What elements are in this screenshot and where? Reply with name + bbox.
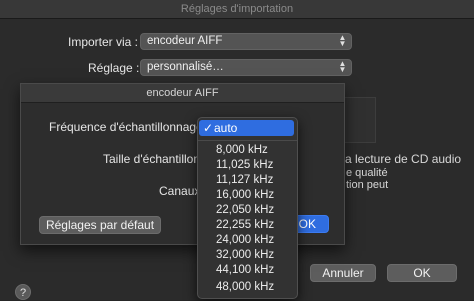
behind-text-line1: a lecture de CD audio — [345, 152, 462, 166]
menu-item[interactable]: 11,025 kHz — [216, 159, 273, 171]
sample-rate-menu: ✓ auto 8,000 kHz 11,025 kHz 11,127 kHz 1… — [197, 117, 298, 299]
cancel-button[interactable]: Annuler — [310, 264, 376, 282]
chevron-updown-icon: ▲ ▼ — [338, 59, 347, 74]
ok-button[interactable]: OK — [387, 264, 457, 282]
behind-text-line3: tion peut — [346, 179, 389, 191]
menu-item[interactable]: 16,000 kHz — [216, 189, 274, 201]
window-title: Réglages d'importation — [0, 0, 474, 19]
menu-item-auto[interactable]: ✓ auto — [199, 120, 294, 136]
sample-size-label: Taille d'échantillon — [103, 152, 201, 166]
checkmark-icon: ✓ — [203, 121, 214, 135]
menu-item[interactable]: 11,127 kHz — [216, 174, 273, 186]
menu-item[interactable]: 48,000 kHz — [216, 281, 274, 293]
sheet-title: encodeur AIFF — [21, 84, 344, 103]
setting-label: Réglage : — [88, 61, 140, 75]
menu-item[interactable]: 22,050 kHz — [216, 204, 274, 216]
setting-popup[interactable]: personnalisé… ▲ ▼ — [140, 59, 352, 76]
menu-item[interactable]: 22,255 kHz — [216, 219, 274, 231]
channels-label: Canaux — [159, 184, 201, 198]
import-via-value: encodeur AIFF — [147, 35, 223, 47]
sample-rate-label: Fréquence d'échantillonnage : — [49, 120, 210, 134]
help-icon[interactable]: ? — [15, 284, 31, 300]
menu-item[interactable]: 32,000 kHz — [216, 249, 274, 261]
menu-separator — [198, 140, 297, 141]
default-settings-button[interactable]: Réglages par défaut — [39, 216, 161, 234]
behind-text-line2: e qualité — [346, 167, 388, 179]
menu-item[interactable]: 44,100 kHz — [216, 264, 274, 276]
chevron-updown-icon: ▲ ▼ — [338, 33, 347, 48]
setting-value: personnalisé… — [147, 61, 224, 73]
hidden-panel-edge — [345, 97, 376, 143]
menu-item[interactable]: 24,000 kHz — [216, 234, 274, 246]
import-via-label: Importer via : — [68, 35, 139, 49]
import-via-popup[interactable]: encodeur AIFF ▲ ▼ — [140, 33, 352, 50]
menu-item[interactable]: 8,000 kHz — [216, 144, 268, 156]
